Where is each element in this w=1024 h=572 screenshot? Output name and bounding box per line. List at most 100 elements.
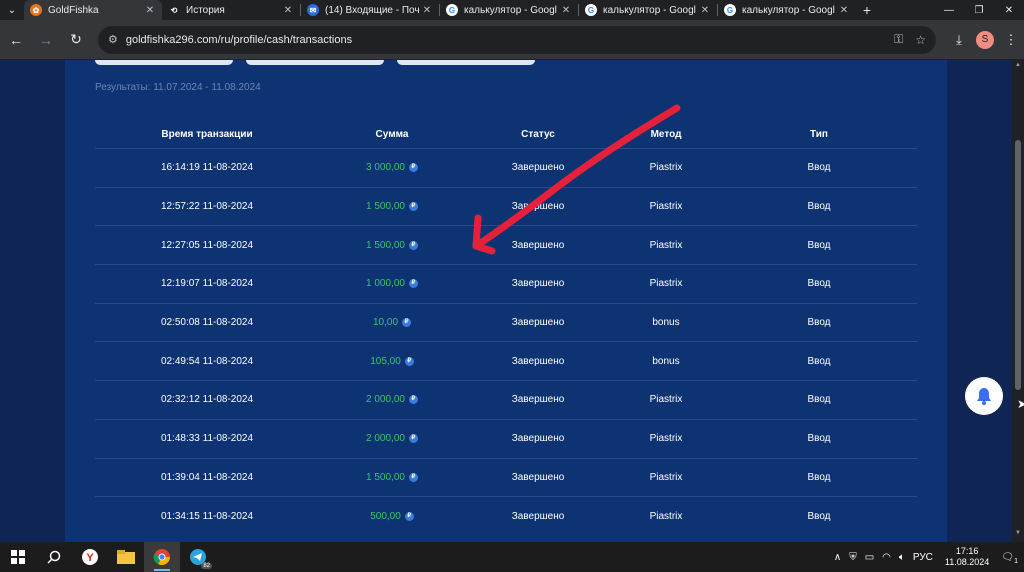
minimize-button[interactable]: —	[934, 0, 964, 20]
transaction-time-cell: 12:19:07 11-08-2024	[160, 278, 254, 290]
taskbar-file-explorer[interactable]	[108, 542, 144, 572]
wifi-icon[interactable]: ◠	[882, 552, 891, 563]
transaction-status-cell: Завершено	[511, 278, 565, 290]
taskbar-yandex-browser[interactable]: Y	[72, 542, 108, 572]
security-icon[interactable]: ⛨	[849, 552, 857, 563]
yandex-browser-icon: Y	[82, 549, 98, 565]
amount-value: 3 000,00	[366, 162, 405, 174]
browser-tab[interactable]: Gкалькулятор - Googl ✕	[440, 0, 578, 20]
url-text[interactable]: goldfishka296.com/ru/profile/cash/transa…	[126, 34, 882, 46]
amount-value-wrap: 500,00 ₽	[370, 511, 414, 522]
restore-button[interactable]: ❐	[964, 0, 994, 20]
browser-tab[interactable]: ✉ (14) Входящие - Поч ✕	[301, 0, 439, 20]
volume-icon[interactable]: 🔈︎	[899, 552, 905, 563]
search-icon	[47, 550, 61, 564]
download-icon[interactable]: ⤓	[946, 32, 972, 48]
transaction-amount-cell: 1 500,00 ₽	[319, 188, 465, 226]
close-window-button[interactable]: ✕	[994, 0, 1024, 20]
taskbar-chrome[interactable]	[144, 542, 180, 572]
scroll-up-arrow[interactable]: ▲	[1012, 62, 1024, 72]
results-range: Результаты: 11.07.2024 - 11.08.2024	[95, 82, 261, 93]
windows-start-button[interactable]	[0, 542, 36, 572]
password-key-icon[interactable]: ⚿	[894, 32, 903, 47]
notification-bell-button[interactable]	[965, 377, 1003, 415]
filter-button-2[interactable]	[246, 60, 384, 65]
scroll-down-arrow[interactable]: ▼	[1012, 530, 1024, 540]
site-info-icon[interactable]: ⚙	[108, 33, 118, 46]
transactions-table: 16:14:19 11-08-2024 3 000,00 ₽ Завершено Pia…	[95, 148, 917, 535]
tab-title: калькулятор - Googl	[603, 4, 696, 16]
svg-text:Y: Y	[86, 552, 94, 564]
transaction-type-cell: Ввод	[807, 162, 831, 174]
browser-tab[interactable]: ⟲ История ✕	[162, 0, 300, 20]
tab-search-button[interactable]: ⌄	[0, 0, 24, 20]
arrow-right-icon: →	[39, 31, 53, 48]
close-tab-icon[interactable]: ✕	[838, 5, 850, 16]
column-header-amount: Сумма	[375, 128, 409, 140]
transaction-type-cell: Ввод	[807, 239, 831, 251]
menu-kebab-icon[interactable]: ⋮	[998, 32, 1024, 48]
bookmark-star-icon[interactable]: ☆	[915, 33, 926, 47]
scroll-thumb[interactable]	[1015, 140, 1021, 390]
browser-tab[interactable]: Gкалькулятор - Googl ✕	[718, 0, 856, 20]
reload-button[interactable]: ↻	[62, 26, 90, 54]
notification-center-icon[interactable]: 🗨︎ 1	[1001, 552, 1018, 565]
transaction-status-cell: Завершено	[511, 510, 565, 522]
amount-value: 1 000,00	[366, 278, 405, 290]
table-header: Время транзакции Сумма Статус Метод Тип	[95, 120, 917, 148]
tab-title: История	[186, 4, 225, 16]
ruble-coin-icon: ₽	[408, 163, 418, 173]
display-icon[interactable]: ▭	[865, 552, 874, 563]
transactions-panel: Результаты: 11.07.2024 - 11.08.2024 Врем…	[65, 60, 947, 542]
taskbar-clock[interactable]: 17:16 11.08.2024	[945, 546, 989, 568]
transaction-time-cell: 12:27:05 11-08-2024	[160, 239, 254, 251]
tab-title: (14) Входящие - Поч	[325, 4, 420, 16]
tab-title: калькулятор - Googl	[464, 4, 557, 16]
show-hidden-icons-chevron-icon[interactable]: ∧	[834, 552, 841, 563]
back-button[interactable]: ←	[2, 26, 30, 54]
transaction-method-cell: Piastrix	[649, 239, 683, 251]
ruble-coin-icon: ₽	[408, 395, 418, 405]
new-tab-button[interactable]: +	[856, 0, 878, 20]
transaction-method-cell: Piastrix	[649, 278, 683, 290]
filter-button-1[interactable]	[95, 60, 233, 65]
address-bar[interactable]: ⚙ goldfishka296.com/ru/profile/cash/tran…	[98, 25, 936, 54]
column-header-time: Время транзакции	[161, 128, 253, 140]
ruble-coin-icon: ₽	[404, 511, 414, 521]
transaction-status-cell: Завершено	[511, 471, 565, 483]
amount-value-wrap: 3 000,00 ₽	[366, 162, 418, 173]
amount-value: 1 500,00	[366, 201, 405, 213]
close-tab-icon[interactable]: ✕	[560, 5, 572, 16]
close-tab-icon[interactable]: ✕	[421, 5, 433, 16]
amount-value-wrap: 10,00 ₽	[373, 317, 412, 328]
column-header-method: Метод	[650, 128, 682, 140]
page-scrollbar[interactable]: ▲ ▼	[1012, 60, 1024, 542]
transaction-type-cell: Ввод	[807, 317, 831, 329]
input-language[interactable]: РУС	[913, 552, 933, 563]
amount-value-wrap: 1 500,00 ₽	[366, 472, 418, 483]
close-tab-icon[interactable]: ✕	[144, 5, 156, 16]
browser-tab[interactable]: ✿ GoldFishka ✕	[24, 0, 162, 20]
transaction-amount-cell: 1 500,00 ₽	[319, 459, 465, 497]
chevron-down-icon: ⌄	[7, 4, 17, 16]
transaction-amount-cell: 1 500,00 ₽	[319, 226, 465, 264]
windows-taskbar: Y 82 ∧ ⛨ ▭ ◠ 🔈︎ РУС 17:16 11.08.2024 🗨︎ 1	[0, 542, 1024, 572]
bell-icon	[977, 388, 991, 405]
forward-button[interactable]: →	[32, 26, 60, 54]
transaction-amount-cell: 1 000,00 ₽	[319, 265, 465, 303]
taskbar-search-button[interactable]	[36, 542, 72, 572]
close-tab-icon[interactable]: ✕	[282, 5, 294, 16]
browser-tab[interactable]: Gкалькулятор - Googl ✕	[579, 0, 717, 20]
mouse-cursor-icon: ➤	[1017, 397, 1024, 411]
close-tab-icon[interactable]: ✕	[699, 5, 711, 16]
filter-button-3[interactable]	[397, 60, 535, 65]
tab-title: GoldFishka	[48, 4, 99, 16]
transaction-status-cell: Завершено	[511, 433, 565, 445]
transaction-amount-cell: 500,00 ₽	[319, 497, 465, 535]
profile-avatar[interactable]: S	[976, 30, 994, 49]
transaction-type-cell: Ввод	[807, 201, 831, 213]
taskbar-telegram[interactable]: 82	[180, 542, 216, 572]
transaction-type-cell: Ввод	[807, 471, 831, 483]
table-row: 02:32:12 11-08-2024 2 000,00 ₽ Завершено Pia…	[95, 380, 917, 419]
transaction-status-cell: Завершено	[511, 162, 565, 174]
